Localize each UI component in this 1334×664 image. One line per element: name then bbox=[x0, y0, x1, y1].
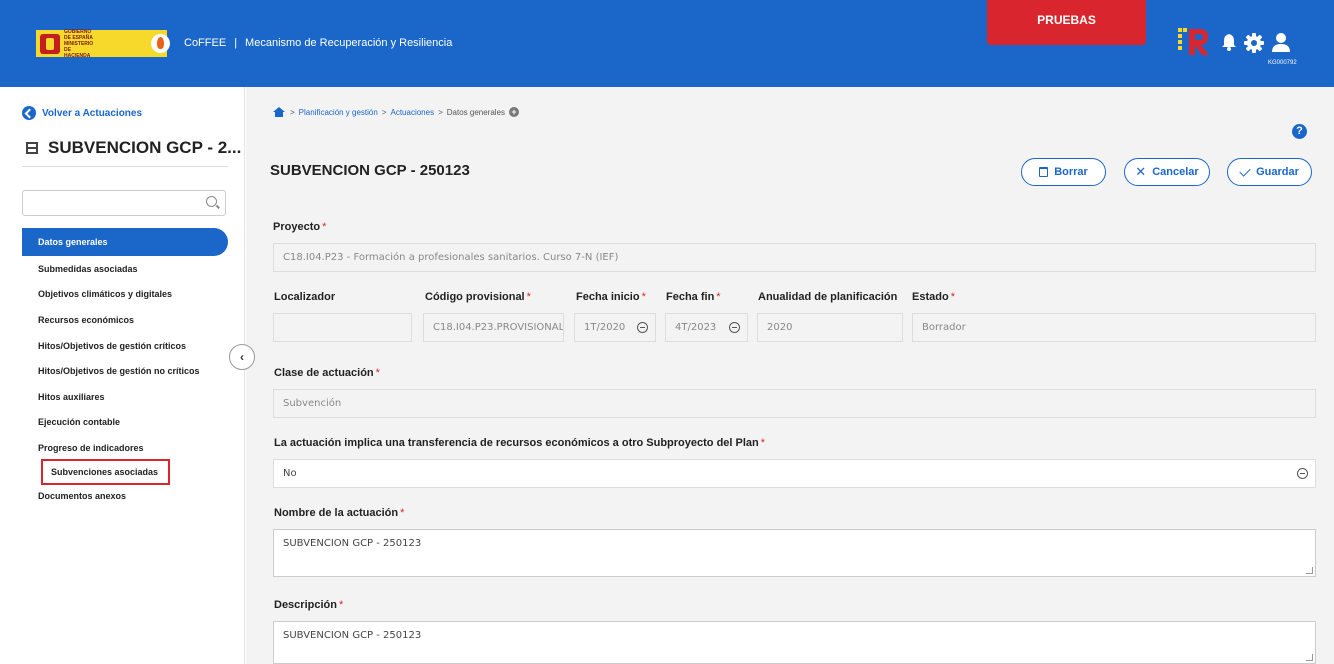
breadcrumb-separator: > bbox=[381, 107, 387, 117]
sidebar-item-submedidas[interactable]: Submedidas asociadas bbox=[22, 256, 228, 282]
cancel-button-label: Cancelar bbox=[1152, 166, 1199, 178]
clase-actuacion-label: Clase de actuación * bbox=[274, 367, 380, 379]
codigo-provisional-field[interactable]: C18.I04.P23.PROVISIONAL bbox=[423, 313, 564, 342]
recovery-plan-logo-icon bbox=[1178, 28, 1209, 55]
sidebar-search-input[interactable] bbox=[22, 190, 226, 216]
sidebar-item-objetivos-climaticos[interactable]: Objetivos climáticos y digitales bbox=[22, 282, 228, 308]
estado-field[interactable]: Borrador bbox=[912, 313, 1316, 342]
clase-actuacion-field[interactable]: Subvención bbox=[273, 389, 1316, 418]
user-code: KG000792 bbox=[1268, 60, 1297, 66]
proyecto-label: Proyecto * bbox=[273, 221, 327, 233]
user-icon[interactable] bbox=[1270, 32, 1292, 52]
descripcion-textarea[interactable]: SUBVENCION GCP - 250123 bbox=[273, 621, 1316, 664]
transferencia-select[interactable]: No bbox=[273, 459, 1316, 488]
collapse-sidebar-button[interactable]: ‹ bbox=[229, 344, 255, 370]
resize-handle-icon[interactable] bbox=[1306, 654, 1313, 661]
sidebar-title: SUBVENCION GCP - 2... bbox=[26, 138, 241, 158]
proyecto-field[interactable]: C18.I04.P23 - Formación a profesionales … bbox=[273, 243, 1316, 272]
breadcrumb-actuaciones[interactable]: Actuaciones bbox=[391, 108, 435, 117]
sidebar-item-subvenciones-asociadas[interactable]: Subvenciones asociadas bbox=[41, 458, 170, 485]
title-separator: | bbox=[234, 37, 238, 49]
save-button-label: Guardar bbox=[1256, 166, 1299, 178]
fecha-inicio-label: Fecha inicio * bbox=[576, 291, 646, 303]
app-title: CoFFEE | Mecanismo de Recuperación y Resil… bbox=[184, 37, 452, 49]
breadcrumb-separator: > bbox=[290, 107, 295, 117]
bell-icon[interactable] bbox=[1221, 33, 1237, 51]
add-favorite-icon[interactable]: + bbox=[509, 107, 520, 117]
table-icon bbox=[26, 142, 38, 154]
page-title: SUBVENCION GCP - 250123 bbox=[270, 162, 470, 179]
sidebar-item-ejecucion-contable[interactable]: Ejecución contable bbox=[22, 410, 228, 436]
close-icon: ✕ bbox=[1135, 164, 1147, 179]
nombre-actuacion-textarea[interactable]: SUBVENCION GCP - 250123 bbox=[273, 529, 1316, 577]
save-button[interactable]: Guardar bbox=[1227, 158, 1312, 186]
cancel-button[interactable]: ✕ Cancelar bbox=[1124, 158, 1210, 186]
top-header: GOBIERNO DE ESPAÑA MINISTERIO DE HACIEND… bbox=[0, 0, 1334, 87]
nombre-actuacion-label: Nombre de la actuación * bbox=[274, 507, 405, 519]
arrow-left-circle-icon bbox=[22, 106, 36, 120]
resize-handle-icon[interactable] bbox=[1306, 567, 1313, 574]
breadcrumb: > Planificación y gestión > Actuaciones … bbox=[272, 107, 520, 117]
codigo-provisional-label: Código provisional * bbox=[425, 291, 531, 303]
breadcrumb-separator: > bbox=[438, 107, 443, 117]
descripcion-label: Descripción * bbox=[274, 599, 344, 611]
clear-circle-icon[interactable] bbox=[1297, 468, 1308, 479]
government-logo-text: GOBIERNO DE ESPAÑA MINISTERIO DE HACIEND… bbox=[64, 28, 94, 59]
clear-circle-icon[interactable] bbox=[729, 322, 740, 333]
gear-icon[interactable] bbox=[1244, 33, 1264, 53]
sidebar-item-hitos-criticos[interactable]: Hitos/Objetivos de gestión críticos bbox=[22, 333, 228, 359]
sidebar-item-progreso-indicadores[interactable]: Progreso de indicadores bbox=[22, 435, 228, 461]
back-link-label: Volver a Actuaciones bbox=[42, 107, 143, 119]
coffee-logo-icon bbox=[151, 34, 170, 53]
check-icon bbox=[1239, 164, 1251, 177]
estado-label: Estado * bbox=[912, 291, 955, 303]
fecha-fin-select[interactable]: 4T/2023 bbox=[665, 313, 748, 342]
search-icon[interactable] bbox=[206, 196, 217, 207]
fecha-fin-label: Fecha fin * bbox=[666, 291, 721, 303]
government-logo: GOBIERNO DE ESPAÑA MINISTERIO DE HACIEND… bbox=[36, 28, 167, 59]
trash-icon bbox=[1039, 167, 1049, 177]
environment-badge: PRUEBAS bbox=[987, 0, 1146, 45]
sidebar-nav: Datos generales Submedidas asociadas Obj… bbox=[22, 228, 228, 508]
sidebar-divider bbox=[22, 166, 228, 167]
app-name: CoFFEE bbox=[184, 37, 227, 49]
clear-circle-icon[interactable] bbox=[637, 322, 648, 333]
app-subtitle: Mecanismo de Recuperación y Resiliencia bbox=[245, 37, 453, 49]
delete-button-label: Borrar bbox=[1054, 166, 1088, 178]
anualidad-field[interactable]: 2020 bbox=[757, 313, 903, 342]
chevron-left-icon: ‹ bbox=[240, 350, 244, 364]
transferencia-label: La actuación implica una transferencia d… bbox=[274, 437, 766, 449]
localizador-label: Localizador bbox=[274, 291, 336, 303]
sidebar-item-datos-generales[interactable]: Datos generales bbox=[22, 228, 228, 256]
coat-of-arms-icon bbox=[40, 33, 60, 54]
fecha-inicio-select[interactable]: 1T/2020 bbox=[574, 313, 656, 342]
anualidad-label: Anualidad de planificación bbox=[758, 291, 898, 303]
help-icon[interactable]: ? bbox=[1292, 124, 1307, 139]
breadcrumb-datos-generales: Datos generales bbox=[446, 107, 506, 117]
sidebar-item-hitos-auxiliares[interactable]: Hitos auxiliares bbox=[22, 384, 228, 410]
localizador-field[interactable] bbox=[273, 313, 412, 342]
sidebar-item-hitos-no-criticos[interactable]: Hitos/Objetivos de gestión no críticos bbox=[22, 358, 228, 384]
breadcrumb-planificacion[interactable]: Planificación y gestión bbox=[299, 108, 378, 117]
sidebar-title-text: SUBVENCION GCP - 2... bbox=[48, 138, 242, 157]
sidebar-item-documentos-anexos[interactable]: Documentos anexos bbox=[22, 483, 228, 509]
sidebar-item-recursos-economicos[interactable]: Recursos económicos bbox=[22, 307, 228, 333]
home-icon[interactable] bbox=[272, 107, 286, 117]
delete-button[interactable]: Borrar bbox=[1021, 158, 1106, 186]
back-to-actuaciones-link[interactable]: Volver a Actuaciones bbox=[22, 106, 142, 120]
